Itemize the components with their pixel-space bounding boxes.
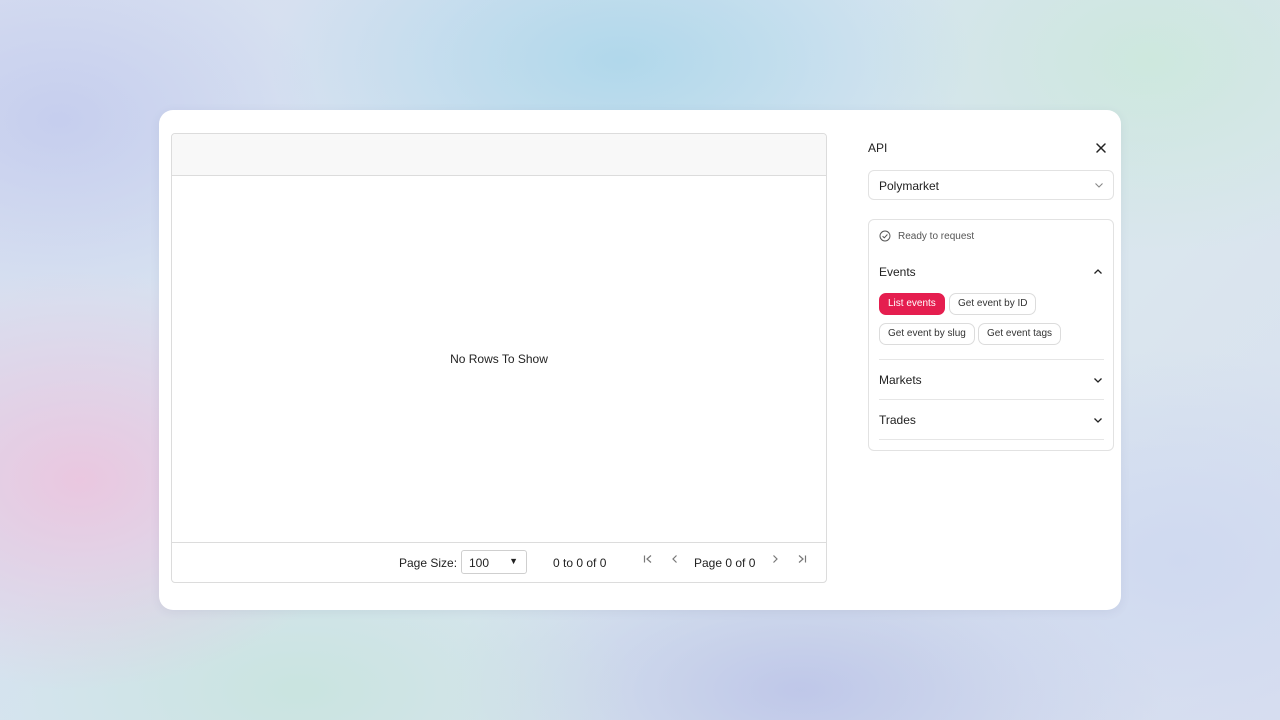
grid-header (172, 134, 826, 176)
page-number-text: Page 0 of 0 (694, 556, 756, 570)
endpoint-panel: Ready to request Events List events Get … (868, 219, 1114, 451)
chevron-down-icon (1095, 183, 1103, 188)
status-text: Ready to request (898, 231, 975, 242)
last-page-icon[interactable] (795, 553, 809, 569)
first-page-icon[interactable] (641, 553, 655, 569)
endpoint-list-events[interactable]: List events (879, 293, 945, 315)
no-rows-message: No Rows To Show (450, 352, 548, 366)
endpoint-get-event-tags[interactable]: Get event tags (978, 323, 1062, 345)
section-divider (879, 439, 1104, 440)
api-provider-select[interactable]: Polymarket (868, 170, 1114, 200)
chevron-down-icon[interactable] (1093, 415, 1103, 425)
data-grid: No Rows To Show Page Size: 100 ▼ 0 to 0 … (171, 133, 827, 583)
check-circle-icon (879, 230, 891, 242)
caret-down-icon: ▼ (509, 556, 518, 566)
api-provider-value: Polymarket (879, 179, 940, 193)
next-page-icon[interactable] (768, 553, 782, 569)
api-side-panel: API Polymarket Ready to request Events L… (868, 133, 1114, 493)
previous-page-icon[interactable] (668, 553, 682, 569)
page-size-value: 100 (469, 556, 490, 570)
chevron-down-icon[interactable] (1093, 375, 1103, 385)
endpoint-get-event-by-slug[interactable]: Get event by slug (879, 323, 975, 345)
panel-title: API (868, 141, 888, 155)
section-divider (879, 359, 1104, 360)
row-range-text: 0 to 0 of 0 (553, 556, 607, 570)
page-size-label: Page Size: (399, 556, 458, 570)
page-size-select[interactable]: 100 ▼ (461, 550, 527, 574)
chevron-up-icon[interactable] (1093, 267, 1103, 277)
section-title-events[interactable]: Events (879, 265, 916, 279)
grid-body: No Rows To Show (172, 175, 826, 543)
endpoint-get-event-by-id[interactable]: Get event by ID (949, 293, 1037, 315)
section-title-trades[interactable]: Trades (879, 413, 916, 427)
grid-pagination: Page Size: 100 ▼ 0 to 0 of 0 Page 0 of 0 (172, 542, 826, 582)
section-title-markets[interactable]: Markets (879, 373, 922, 387)
main-card: No Rows To Show Page Size: 100 ▼ 0 to 0 … (159, 110, 1121, 610)
section-divider (879, 399, 1104, 400)
close-icon[interactable] (1093, 140, 1109, 156)
